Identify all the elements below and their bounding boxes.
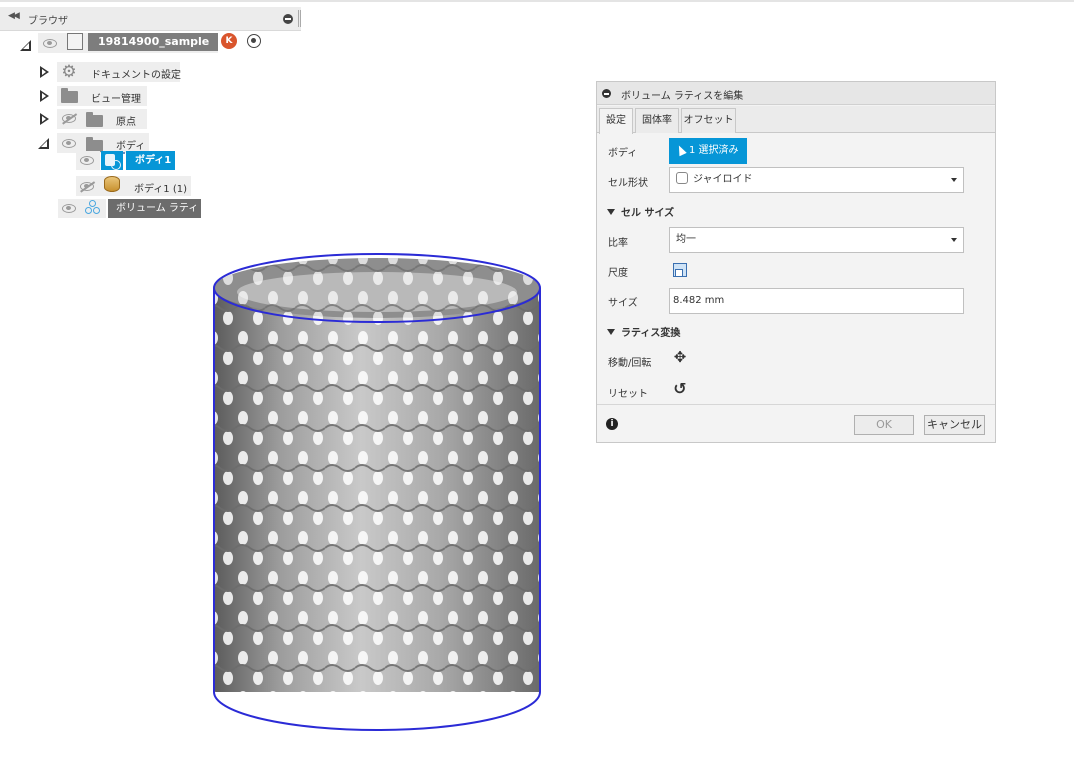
view-manage-label[interactable]: ビュー管理 [91,90,141,105]
gear-icon: ⚙ [61,62,77,82]
ok-button[interactable]: OK [854,415,914,435]
dialog-title: ボリューム ラティスを編集 [621,91,744,102]
tab-settings[interactable]: 設定 [599,108,633,134]
browser-header: ◀◀ ブラウザ [0,7,301,31]
folder-icon [86,112,103,127]
move-arrows-icon[interactable]: ✥ [672,349,688,365]
lattice-transform-section[interactable]: ラティス変換 [607,324,680,339]
body-selection-text: 1 選択済み [689,145,739,156]
reset-label: リセット [608,389,648,400]
ratio-value: 均一 [676,234,696,245]
eye-icon[interactable] [80,156,94,165]
cell-shape-value: ジャイロイド [693,174,753,185]
edit-volume-lattice-dialog: ボリューム ラティスを編集 設定 固体率 オフセット ボディ 1 選択済み セル… [596,81,996,443]
body-selection-button[interactable]: 1 選択済み [669,138,747,164]
dialog-tabs: 設定 固体率 オフセット [597,106,995,134]
eye-slash-icon[interactable] [62,114,76,123]
mesh-body-icon [104,176,120,192]
scale-label: 尺度 [608,268,628,279]
tab-offset[interactable]: オフセット [681,108,736,133]
gyroid-icon [676,172,688,184]
expand-toggle-origin[interactable] [40,113,49,125]
lattice-icon [85,200,101,216]
expand-toggle-root[interactable] [20,40,31,51]
cursor-arrow-icon [675,143,687,157]
panel-grip[interactable] [298,10,301,27]
top-border [0,0,1074,2]
body1-label[interactable]: ボディ1 [126,151,175,170]
dialog-title-bar[interactable]: ボリューム ラティスを編集 [597,82,995,105]
expand-toggle-doc-settings[interactable] [40,66,49,78]
cell-shape-label: セル形状 [608,178,648,189]
doc-settings-label[interactable]: ドキュメントの設定 [91,66,181,81]
info-icon[interactable]: i [606,418,618,430]
expand-toggle-bodies[interactable] [38,138,49,149]
user-badge[interactable]: K [221,33,237,49]
activate-target-icon[interactable] [247,34,261,48]
origin-label[interactable]: 原点 [116,113,136,128]
folder-icon [61,88,78,103]
scale-icon[interactable] [673,263,687,277]
tab-solid-ratio[interactable]: 固体率 [635,108,679,133]
eye-icon[interactable] [43,39,57,48]
volume-lattice-label[interactable]: ボリューム ラティス [108,199,201,233]
minimize-icon[interactable] [602,89,611,98]
cell-shape-dropdown[interactable]: ジャイロイド [669,167,964,193]
document-icon [67,33,83,50]
body1-copy-label[interactable]: ボディ1 (1) [134,180,187,195]
cell-size-section[interactable]: セル サイズ [607,204,674,219]
eye-slash-icon[interactable] [80,182,94,191]
chevron-down-icon [951,178,957,182]
double-left-arrow-icon[interactable]: ◀◀ [8,11,20,21]
move-rotate-label: 移動/回転 [608,358,652,369]
size-label: サイズ [608,298,638,309]
minimize-icon[interactable] [283,14,293,24]
ratio-label: 比率 [608,238,628,249]
size-input[interactable]: 8.482 mm [669,288,964,314]
chevron-down-icon [951,238,957,242]
browser-title: ブラウザ [28,16,68,27]
eye-icon[interactable] [62,204,76,213]
rotate-ccw-icon[interactable]: ↺ [672,381,688,397]
ratio-dropdown[interactable]: 均一 [669,227,964,253]
lattice-cylinder-model[interactable] [205,248,550,738]
eye-icon[interactable] [62,139,76,148]
body-icon [101,151,123,170]
expand-toggle-view-manage[interactable] [40,90,49,102]
body-field-label: ボディ [608,148,638,159]
cancel-button[interactable]: キャンセル [924,415,985,435]
dialog-footer-divider [597,404,995,405]
root-component-label[interactable]: 19814900_sample v1 [88,33,218,66]
